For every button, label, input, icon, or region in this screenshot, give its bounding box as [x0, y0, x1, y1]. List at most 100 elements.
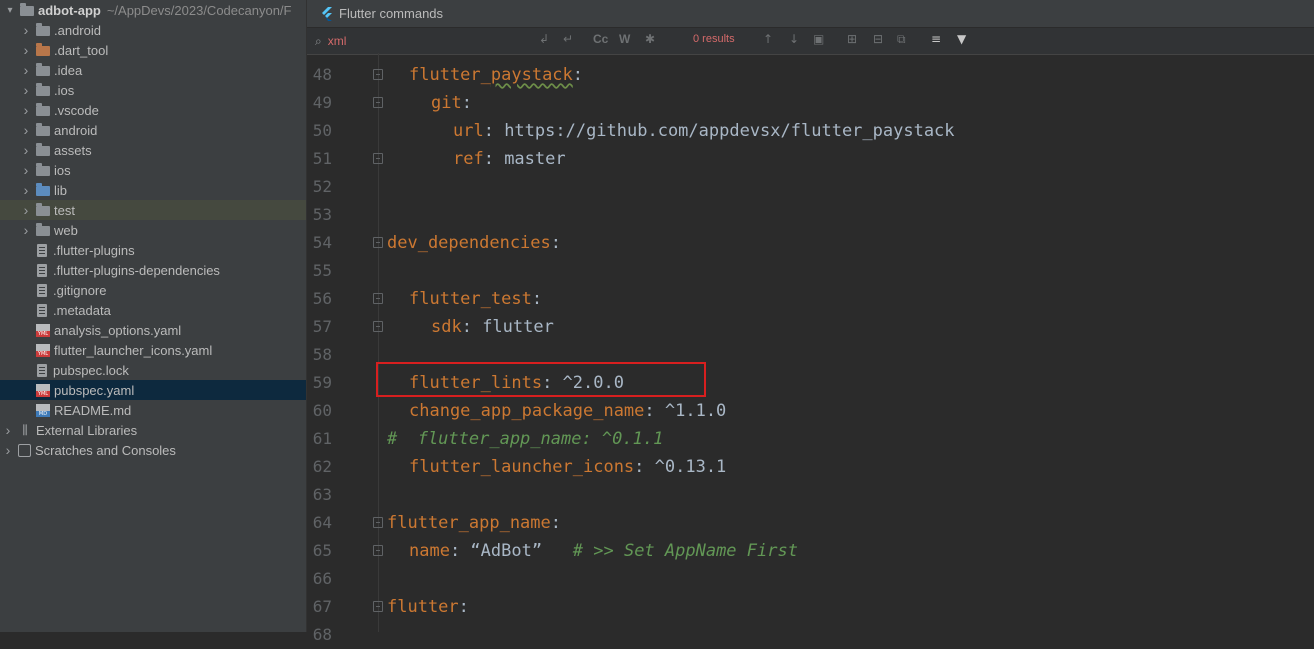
fold-icon[interactable]: [373, 69, 383, 80]
chevron-right-icon[interactable]: ›: [20, 122, 32, 138]
code-line[interactable]: 48 flutter_paystack:: [307, 61, 1314, 89]
editor-tab[interactable]: Flutter commands: [307, 0, 1314, 27]
search-icon[interactable]: ⌕: [315, 34, 322, 49]
scratches-icon: [18, 443, 31, 457]
chevron-right-icon[interactable]: ›: [20, 162, 32, 178]
fold-icon[interactable]: [373, 545, 383, 556]
tree-item[interactable]: › .idea: [0, 60, 306, 80]
tree-item[interactable]: pubspec.lock: [0, 360, 306, 380]
tree-item[interactable]: analysis_options.yaml: [0, 320, 306, 340]
code-value: :: [550, 513, 562, 533]
code-key: git: [431, 93, 462, 113]
tree-item[interactable]: › .dart_tool: [0, 40, 306, 60]
code-line[interactable]: 54 dev_dependencies:: [307, 229, 1314, 257]
search-history-icon[interactable]: ↵: [563, 32, 573, 46]
tree-item[interactable]: › .ios: [0, 80, 306, 100]
tree-item[interactable]: › .vscode: [0, 100, 306, 120]
code-value: : flutter: [461, 317, 554, 337]
tree-item[interactable]: .metadata: [0, 300, 306, 320]
tree-item[interactable]: › .android: [0, 20, 306, 40]
remove-selection-icon[interactable]: ⊟: [873, 32, 883, 46]
fold-icon[interactable]: [373, 153, 383, 164]
fold-icon[interactable]: [373, 293, 383, 304]
tree-item[interactable]: pubspec.yaml: [0, 380, 306, 400]
chevron-right-icon[interactable]: ›: [20, 142, 32, 158]
tree-item[interactable]: flutter_launcher_icons.yaml: [0, 340, 306, 360]
code-line[interactable]: 67 flutter:: [307, 593, 1314, 621]
tree-item[interactable]: › test: [0, 200, 306, 220]
code-line[interactable]: 57 sdk: flutter: [307, 313, 1314, 341]
tree-item[interactable]: › web: [0, 220, 306, 240]
yaml-file-icon: [36, 343, 50, 357]
tree-item-label: .flutter-plugins-dependencies: [53, 262, 220, 278]
match-case-icon[interactable]: Cc: [593, 32, 608, 46]
code-line[interactable]: 53: [307, 201, 1314, 229]
chevron-right-icon[interactable]: ›: [20, 222, 32, 238]
tree-item-label: flutter_launcher_icons.yaml: [54, 342, 213, 358]
filter-options-icon[interactable]: ≡: [931, 32, 941, 46]
whole-words-icon[interactable]: W: [619, 32, 630, 46]
line-number: 51: [312, 149, 332, 168]
code-line[interactable]: 56 flutter_test:: [307, 285, 1314, 313]
chevron-right-icon[interactable]: ›: [2, 442, 14, 458]
tree-item[interactable]: .gitignore: [0, 280, 306, 300]
filter-icon[interactable]: ▼: [957, 32, 966, 46]
code-line[interactable]: 62 flutter_launcher_icons: ^0.13.1: [307, 453, 1314, 481]
code-line[interactable]: 68: [307, 621, 1314, 649]
code-key: ref: [453, 149, 484, 169]
chevron-right-icon[interactable]: ›: [20, 182, 32, 198]
tree-item[interactable]: .flutter-plugins-dependencies: [0, 260, 306, 280]
code-line[interactable]: 61 # flutter_app_name: ^0.1.1: [307, 425, 1314, 453]
scratches-and-consoles[interactable]: › Scratches and Consoles: [0, 440, 306, 460]
previous-occurrence-icon[interactable]: ↑: [763, 32, 773, 46]
chevron-right-icon[interactable]: ›: [20, 22, 32, 38]
code-line[interactable]: 49 git:: [307, 89, 1314, 117]
code-line[interactable]: 52: [307, 173, 1314, 201]
chevron-right-icon[interactable]: ›: [20, 202, 32, 218]
tree-item[interactable]: › assets: [0, 140, 306, 160]
chevron-down-icon[interactable]: ▾: [4, 5, 16, 16]
code-line[interactable]: 51 ref: master: [307, 145, 1314, 173]
tree-item-label: .ios: [54, 82, 75, 98]
tree-item[interactable]: › lib: [0, 180, 306, 200]
fold-icon[interactable]: [373, 601, 383, 612]
next-occurrence-icon[interactable]: ↓: [789, 32, 799, 46]
fold-icon[interactable]: [373, 97, 383, 108]
tree-root[interactable]: ▾ adbot-app ~/AppDevs/2023/Codecanyon/F: [0, 0, 306, 20]
select-occurrences-icon[interactable]: ⧉: [897, 32, 906, 47]
code-line[interactable]: 63: [307, 481, 1314, 509]
select-all-occurrences-icon[interactable]: ▣: [813, 32, 824, 46]
fold-icon[interactable]: [373, 517, 383, 528]
chevron-right-icon[interactable]: ›: [20, 62, 32, 78]
code-line[interactable]: 64 flutter_app_name:: [307, 509, 1314, 537]
line-number: 68: [312, 625, 332, 644]
fold-icon[interactable]: [373, 321, 383, 332]
code-line[interactable]: 50 url: https://github.com/appdevsx/flutt…: [307, 117, 1314, 145]
code-value: :: [458, 597, 469, 617]
code-key: paystack: [490, 65, 573, 85]
regex-icon[interactable]: ✱: [645, 32, 655, 46]
file-icon: [37, 263, 47, 277]
tree-item[interactable]: README.md: [0, 400, 306, 420]
chevron-right-icon[interactable]: ›: [20, 102, 32, 118]
tree-item[interactable]: .flutter-plugins: [0, 240, 306, 260]
fold-icon[interactable]: [373, 237, 383, 248]
code-line[interactable]: 65 name: “AdBot” # >> Set AppName First: [307, 537, 1314, 565]
chevron-right-icon[interactable]: ›: [20, 42, 32, 58]
external-libraries[interactable]: › ⫼ External Libraries: [0, 420, 306, 440]
code-area[interactable]: 48 flutter_paystack: 49 git: 50 url: https://…: [307, 53, 1314, 644]
code-line[interactable]: 60 change_app_package_name: ^1.1.0: [307, 397, 1314, 425]
project-path: ~/AppDevs/2023/Codecanyon/F: [106, 2, 292, 18]
chevron-right-icon[interactable]: ›: [2, 422, 14, 438]
tree-item[interactable]: › android: [0, 120, 306, 140]
flutter-logo-icon: [322, 6, 332, 21]
clear-search-icon[interactable]: ↲: [539, 32, 549, 46]
chevron-right-icon[interactable]: ›: [20, 82, 32, 98]
tree-item[interactable]: › ios: [0, 160, 306, 180]
code-line[interactable]: 55: [307, 257, 1314, 285]
code-line[interactable]: 66: [307, 565, 1314, 593]
folder-icon: [36, 123, 50, 136]
search-input[interactable]: [327, 34, 528, 48]
add-selection-icon[interactable]: ⊞: [847, 32, 857, 46]
code-key: url: [453, 121, 484, 141]
